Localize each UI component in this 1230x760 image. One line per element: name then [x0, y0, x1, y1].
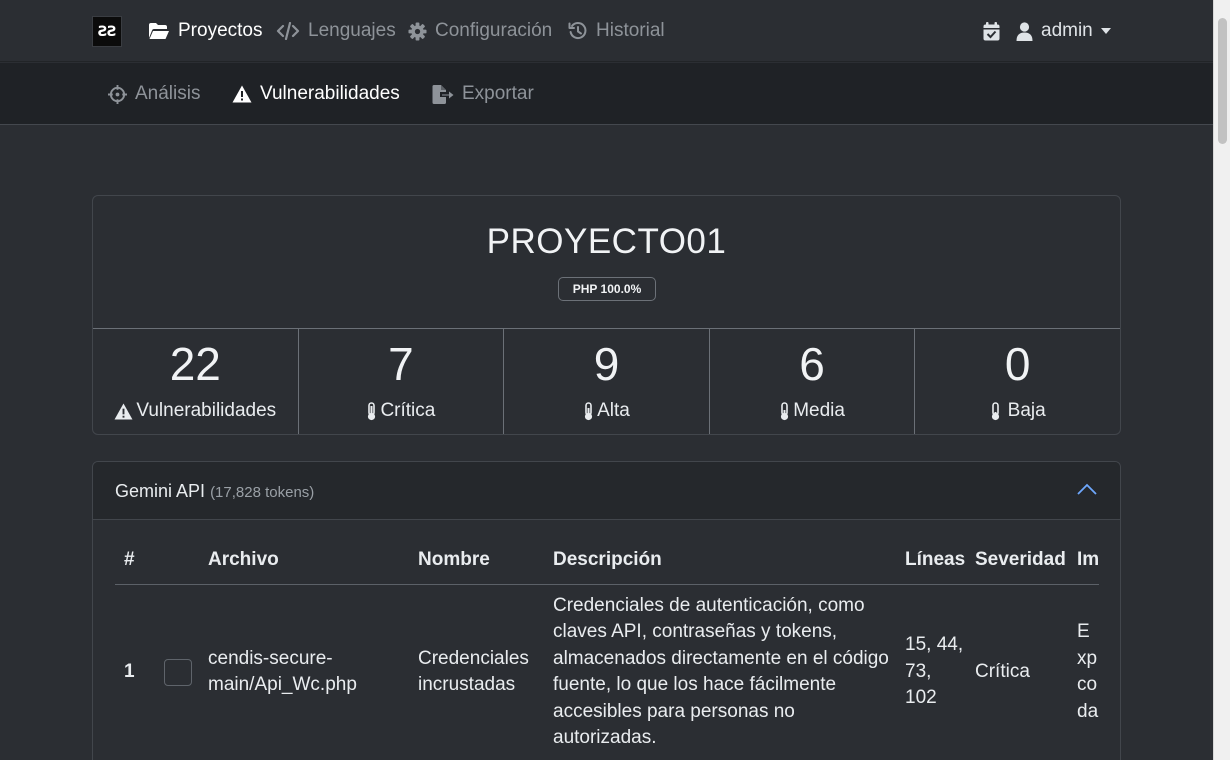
- nav-configuracion[interactable]: Configuración: [408, 19, 552, 43]
- project-summary-card: PROYECTO01 PHP 100.0% 22 Vulnerabilidade…: [92, 195, 1121, 435]
- calendar-check-icon: [983, 21, 1000, 40]
- language-badge: PHP 100.0%: [558, 277, 656, 301]
- stat-baja: 0 Baja: [915, 329, 1120, 434]
- thermometer-icon: [781, 401, 789, 420]
- nav-lenguajes[interactable]: Lenguajes: [276, 19, 396, 43]
- stat-total-label-row: Vulnerabilidades: [93, 400, 298, 422]
- folder-open-icon: [149, 23, 169, 39]
- col-header-lineas[interactable]: Líneas: [905, 542, 975, 585]
- stat-critica-value: 7: [388, 338, 414, 390]
- table-row: 1 cendis-secure-main/Api_Wc.php Credenci…: [115, 584, 1099, 760]
- panel-header[interactable]: Gemini API (17,828 tokens): [93, 462, 1120, 520]
- nav-lenguajes-label: Lenguajes: [308, 20, 396, 41]
- stat-media: 6 Media: [710, 329, 916, 434]
- stat-alta-label-row: Alta: [504, 400, 709, 422]
- row-impact-text: Exp co da: [1077, 621, 1099, 722]
- table-header-row: # Archivo Nombre Descripción Líneas Seve…: [115, 542, 1099, 585]
- code-icon: [276, 22, 300, 40]
- file-export-icon: [432, 84, 454, 104]
- row-file: cendis-secure-main/Api_Wc.php: [208, 647, 357, 696]
- scrollbar-thumb[interactable]: [1218, 18, 1227, 144]
- row-impact: Exp co da: [1077, 584, 1099, 760]
- stat-baja-value: 0: [1004, 338, 1031, 390]
- row-severity: Crítica: [975, 660, 1030, 682]
- stat-baja-label: Baja: [1007, 400, 1046, 421]
- stat-alta-label: Alta: [597, 400, 630, 421]
- user-icon: [1016, 21, 1033, 41]
- tab-exportar[interactable]: Exportar: [432, 82, 534, 106]
- col-header-impacto[interactable]: Im: [1077, 542, 1099, 585]
- nav-configuracion-label: Configuración: [435, 20, 553, 41]
- panel-title: Gemini API (17,828 tokens): [115, 481, 314, 502]
- warning-icon: [232, 85, 252, 103]
- gear-icon: [408, 21, 427, 41]
- tab-analisis-label: Análisis: [135, 83, 201, 104]
- stat-baja-label-row: Baja: [915, 400, 1120, 422]
- stat-alta-value: 9: [593, 338, 620, 390]
- row-name: Credenciales incrustadas: [418, 647, 529, 696]
- stat-media-label: Media: [793, 400, 845, 421]
- warning-icon: [114, 402, 133, 420]
- vulnerabilities-table: # Archivo Nombre Descripción Líneas Seve…: [115, 542, 1099, 760]
- stat-critica-label-row: Crítica: [299, 400, 504, 422]
- panel-title-text: Gemini API: [115, 481, 206, 501]
- stat-critica: 7 Crítica: [299, 329, 505, 434]
- stat-total-label: Vulnerabilidades: [136, 400, 277, 421]
- tab-vulnerabilidades[interactable]: Vulnerabilidades: [232, 82, 400, 106]
- col-header-archivo[interactable]: Archivo: [208, 542, 418, 585]
- gemini-api-panel: Gemini API (17,828 tokens) # Archivo Nom…: [92, 461, 1121, 760]
- col-header-severidad[interactable]: Severidad: [975, 542, 1077, 585]
- row-select-cell: [162, 584, 208, 760]
- col-header-select: [162, 542, 208, 585]
- app-logo[interactable]: ƧƧ: [92, 16, 122, 47]
- thermometer-icon: [368, 401, 376, 420]
- col-header-nombre[interactable]: Nombre: [418, 542, 553, 585]
- user-name: admin: [1041, 20, 1093, 41]
- caret-down-icon: [1100, 28, 1111, 34]
- panel-token-count: (17,828 tokens): [210, 484, 315, 501]
- tab-vulnerabilidades-label: Vulnerabilidades: [260, 83, 400, 104]
- tab-analisis[interactable]: Análisis: [108, 82, 200, 106]
- stats-row: 22 Vulnerabilidades 7 Crítica 9 Alta 6 M…: [93, 328, 1120, 434]
- calendar-button[interactable]: [983, 19, 1000, 43]
- top-navbar: ƧƧ Proyectos Lenguajes Configuración His…: [0, 0, 1213, 62]
- row-description: Credenciales de autenticación, como clav…: [553, 594, 889, 749]
- stat-total-value: 22: [169, 338, 221, 390]
- nav-historial-label: Historial: [596, 20, 665, 41]
- chevron-up-icon[interactable]: [1077, 483, 1097, 495]
- stat-critica-label: Crítica: [380, 400, 436, 421]
- tab-exportar-label: Exportar: [462, 83, 534, 104]
- stat-total: 22 Vulnerabilidades: [93, 329, 299, 434]
- user-menu[interactable]: admin: [1016, 19, 1111, 43]
- project-title: PROYECTO01: [486, 222, 727, 261]
- row-checkbox[interactable]: [164, 658, 192, 686]
- col-header-descripcion[interactable]: Descripción: [553, 542, 905, 585]
- nav-historial[interactable]: Historial: [568, 19, 665, 43]
- row-lines: 15, 44, 73, 102: [905, 634, 964, 709]
- nav-proyectos-label: Proyectos: [178, 20, 263, 41]
- crosshairs-icon: [108, 84, 127, 104]
- sub-navbar: Análisis Vulnerabilidades Exportar: [0, 63, 1213, 125]
- history-icon: [568, 22, 587, 39]
- page-scrollbar[interactable]: [1213, 0, 1230, 760]
- stat-alta: 9 Alta: [504, 329, 710, 434]
- nav-proyectos[interactable]: Proyectos: [148, 19, 262, 43]
- thermometer-icon: [991, 401, 999, 420]
- col-header-num[interactable]: #: [115, 542, 162, 585]
- stat-media-label-row: Media: [710, 400, 915, 422]
- row-number: 1: [124, 660, 135, 682]
- stat-media-value: 6: [799, 338, 825, 390]
- thermometer-icon: [585, 401, 593, 420]
